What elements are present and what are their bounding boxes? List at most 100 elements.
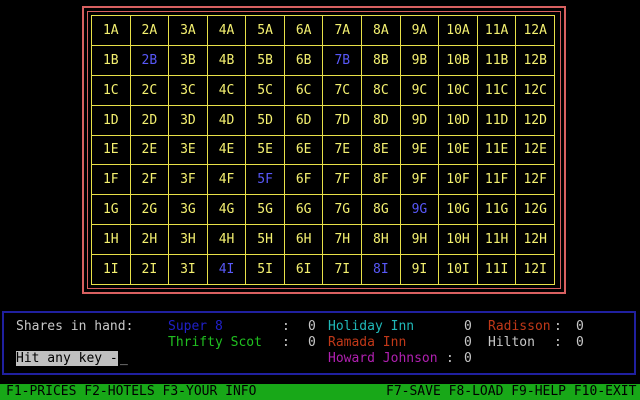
tile-7a[interactable]: 7A <box>323 16 363 46</box>
tile-10b[interactable]: 10B <box>439 45 478 76</box>
tile-3a[interactable]: 3A <box>169 16 208 46</box>
tile-9e[interactable]: 9E <box>400 135 440 166</box>
tile-9i[interactable]: 9I <box>400 255 440 285</box>
tile-1i[interactable]: 1I <box>92 255 131 285</box>
tile-3h[interactable]: 3H <box>169 225 208 256</box>
tile-2b[interactable]: 2B <box>130 45 170 76</box>
tile-1h[interactable]: 1H <box>92 225 131 256</box>
tile-1f[interactable]: 1F <box>92 165 131 196</box>
tile-6i[interactable]: 6I <box>284 255 324 285</box>
tile-11c[interactable]: 11C <box>477 75 517 106</box>
tile-2h[interactable]: 2H <box>130 225 170 256</box>
tile-8f[interactable]: 8F <box>362 165 401 196</box>
tile-9h[interactable]: 9H <box>400 225 440 256</box>
tile-5b[interactable]: 5B <box>246 45 285 76</box>
tile-11a[interactable]: 11A <box>477 16 517 46</box>
tile-12c[interactable]: 12C <box>516 75 555 106</box>
tile-7i[interactable]: 7I <box>323 255 363 285</box>
tile-6h[interactable]: 6H <box>284 225 324 256</box>
tile-3b[interactable]: 3B <box>169 45 208 76</box>
tile-8e[interactable]: 8E <box>362 135 401 166</box>
tile-5e[interactable]: 5E <box>246 135 285 166</box>
tile-9f[interactable]: 9F <box>400 165 440 196</box>
tile-6g[interactable]: 6G <box>284 195 324 226</box>
tile-4i[interactable]: 4I <box>207 255 247 285</box>
tile-7b[interactable]: 7B <box>323 45 363 76</box>
tile-4g[interactable]: 4G <box>207 195 247 226</box>
tile-11d[interactable]: 11D <box>477 105 517 136</box>
tile-12i[interactable]: 12I <box>516 255 555 285</box>
tile-6f[interactable]: 6F <box>284 165 324 196</box>
tile-7d[interactable]: 7D <box>323 105 363 136</box>
hit-any-key-prompt[interactable]: Hit any key - <box>16 351 118 366</box>
tile-6e[interactable]: 6E <box>284 135 324 166</box>
tile-3d[interactable]: 3D <box>169 105 208 136</box>
tile-10h[interactable]: 10H <box>439 225 478 256</box>
tile-7e[interactable]: 7E <box>323 135 363 166</box>
function-keys-right[interactable]: F7-SAVE F8-LOAD F9-HELP F10-EXIT <box>386 384 636 400</box>
tile-1b[interactable]: 1B <box>92 45 131 76</box>
tile-11i[interactable]: 11I <box>477 255 517 285</box>
tile-8a[interactable]: 8A <box>362 16 401 46</box>
tile-4c[interactable]: 4C <box>207 75 247 106</box>
tile-4f[interactable]: 4F <box>207 165 247 196</box>
function-keys-left[interactable]: F1-PRICES F2-HOTELS F3-YOUR INFO <box>6 384 256 400</box>
tile-12g[interactable]: 12G <box>516 195 555 226</box>
tile-5g[interactable]: 5G <box>246 195 285 226</box>
tile-2e[interactable]: 2E <box>130 135 170 166</box>
tile-12h[interactable]: 12H <box>516 225 555 256</box>
tile-10a[interactable]: 10A <box>439 16 478 46</box>
tile-9d[interactable]: 9D <box>400 105 440 136</box>
tile-10f[interactable]: 10F <box>439 165 478 196</box>
tile-11g[interactable]: 11G <box>477 195 517 226</box>
tile-3f[interactable]: 3F <box>169 165 208 196</box>
tile-8d[interactable]: 8D <box>362 105 401 136</box>
tile-1a[interactable]: 1A <box>92 16 131 46</box>
tile-5i[interactable]: 5I <box>246 255 285 285</box>
tile-1d[interactable]: 1D <box>92 105 131 136</box>
tile-9c[interactable]: 9C <box>400 75 440 106</box>
tile-11b[interactable]: 11B <box>477 45 517 76</box>
tile-3i[interactable]: 3I <box>169 255 208 285</box>
tile-2a[interactable]: 2A <box>130 16 170 46</box>
tile-3e[interactable]: 3E <box>169 135 208 166</box>
tile-2g[interactable]: 2G <box>130 195 170 226</box>
tile-1c[interactable]: 1C <box>92 75 131 106</box>
tile-8c[interactable]: 8C <box>362 75 401 106</box>
tile-10g[interactable]: 10G <box>439 195 478 226</box>
tile-5d[interactable]: 5D <box>246 105 285 136</box>
tile-1g[interactable]: 1G <box>92 195 131 226</box>
tile-5f[interactable]: 5F <box>246 165 285 196</box>
tile-4b[interactable]: 4B <box>207 45 247 76</box>
tile-5c[interactable]: 5C <box>246 75 285 106</box>
tile-10d[interactable]: 10D <box>439 105 478 136</box>
tile-9a[interactable]: 9A <box>400 16 440 46</box>
tile-8g[interactable]: 8G <box>362 195 401 226</box>
tile-2d[interactable]: 2D <box>130 105 170 136</box>
tile-10e[interactable]: 10E <box>439 135 478 166</box>
tile-10i[interactable]: 10I <box>439 255 478 285</box>
tile-12a[interactable]: 12A <box>516 16 555 46</box>
tile-5h[interactable]: 5H <box>246 225 285 256</box>
tile-7f[interactable]: 7F <box>323 165 363 196</box>
tile-4a[interactable]: 4A <box>207 16 247 46</box>
tile-7c[interactable]: 7C <box>323 75 363 106</box>
tile-8h[interactable]: 8H <box>362 225 401 256</box>
tile-6c[interactable]: 6C <box>284 75 324 106</box>
tile-9g[interactable]: 9G <box>400 195 440 226</box>
tile-4e[interactable]: 4E <box>207 135 247 166</box>
tile-8b[interactable]: 8B <box>362 45 401 76</box>
tile-11e[interactable]: 11E <box>477 135 517 166</box>
tile-12d[interactable]: 12D <box>516 105 555 136</box>
tile-9b[interactable]: 9B <box>400 45 440 76</box>
tile-2c[interactable]: 2C <box>130 75 170 106</box>
tile-2i[interactable]: 2I <box>130 255 170 285</box>
tile-2f[interactable]: 2F <box>130 165 170 196</box>
tile-11f[interactable]: 11F <box>477 165 517 196</box>
tile-3c[interactable]: 3C <box>169 75 208 106</box>
tile-5a[interactable]: 5A <box>246 16 285 46</box>
tile-12f[interactable]: 12F <box>516 165 555 196</box>
tile-12b[interactable]: 12B <box>516 45 555 76</box>
tile-6a[interactable]: 6A <box>284 16 324 46</box>
tile-7h[interactable]: 7H <box>323 225 363 256</box>
